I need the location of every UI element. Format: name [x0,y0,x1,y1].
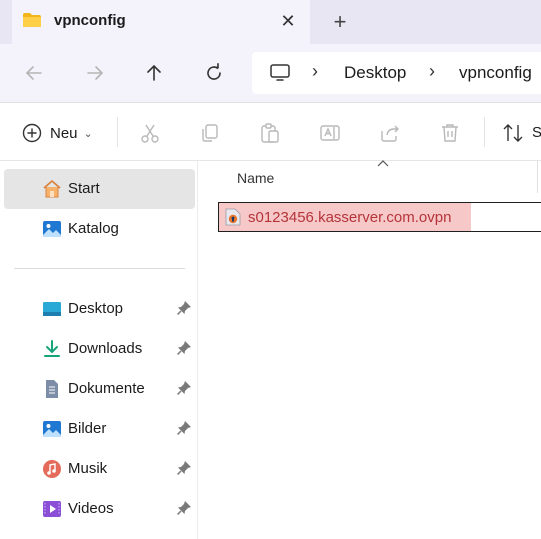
arrow-left-icon [25,66,42,80]
refresh-icon [207,63,221,80]
paste-icon[interactable] [259,122,281,144]
file-row[interactable]: s0123456.kasserver.com.ovpn [218,202,541,232]
tab-title: vpnconfig [54,12,126,29]
back-button[interactable] [19,58,49,88]
divider [117,117,118,147]
cut-icon[interactable] [139,122,161,144]
computer-icon [270,64,290,81]
sidebar-item-downloads[interactable]: Downloads [4,329,195,369]
pin-icon[interactable] [176,460,192,476]
gallery-icon [43,221,61,237]
new-button[interactable]: Neu ⌄ [22,122,93,144]
sort-icon[interactable] [502,122,524,144]
breadcrumb-vpnconfig[interactable]: vpnconfig [459,63,532,83]
up-button[interactable] [139,58,169,88]
sidebar-item-desktop[interactable]: Desktop [4,289,195,329]
pin-icon[interactable] [176,420,192,436]
share-icon[interactable] [379,122,401,144]
home-icon [43,180,61,198]
breadcrumb-separator: › [429,61,435,81]
file-list: Name s0123456.kasserver.com.ovpn [199,160,541,539]
folder-icon [23,13,41,27]
sidebar-label: Start [68,180,100,197]
arrow-right-icon [87,66,104,80]
sort-button-label[interactable]: S [532,124,541,141]
divider [14,268,185,269]
document-icon [46,380,58,398]
refresh-button[interactable] [199,58,229,88]
column-separator[interactable] [537,161,538,193]
sidebar-label: Katalog [68,220,119,237]
sidebar-label: Bilder [68,420,107,437]
download-icon [44,340,60,357]
video-icon [43,501,61,517]
new-button-label: Neu [50,124,78,142]
tab-vpnconfig[interactable]: vpnconfig ✕ [12,0,310,44]
desktop-icon [43,302,61,316]
breadcrumb-separator: › [312,61,318,81]
sidebar-label: Desktop [68,300,124,317]
sidebar-item-bilder[interactable]: Bilder [4,409,195,449]
pin-icon[interactable] [176,500,192,516]
navigation-bar: › Desktop › vpnconfig [0,44,541,102]
forward-button[interactable] [80,58,110,88]
breadcrumb-desktop[interactable]: Desktop [344,63,406,83]
rename-icon[interactable] [319,122,341,144]
chevron-down-icon: ⌄ [83,127,93,140]
sidebar-item-videos[interactable]: Videos [4,489,195,529]
arrow-up-icon [147,64,161,81]
sidebar-label: Videos [68,500,114,517]
sidebar-item-musik[interactable]: Musik [4,449,195,489]
address-bar[interactable]: › Desktop › vpnconfig [252,52,541,94]
sidebar-label: Dokumente [68,380,145,397]
column-header-name[interactable]: Name [237,170,274,186]
navigation-pane: Start Katalog Desktop Downloads Dokument… [0,161,198,539]
ovpn-file-icon [225,208,241,226]
tab-strip: vpnconfig ✕ + [0,0,541,44]
divider [484,117,485,147]
music-icon [43,460,61,478]
file-name: s0123456.kasserver.com.ovpn [248,209,452,226]
command-bar: Neu ⌄ S [0,103,541,161]
pin-icon[interactable] [176,380,192,396]
close-tab-icon[interactable]: ✕ [276,8,300,34]
delete-icon[interactable] [439,122,461,144]
sidebar-label: Downloads [68,340,143,357]
pin-icon[interactable] [176,300,192,316]
sidebar-item-katalog[interactable]: Katalog [4,209,195,249]
pictures-icon [43,421,61,437]
sidebar-label: Musik [68,460,108,477]
plus-circle-icon [22,123,42,143]
sidebar-item-dokumente[interactable]: Dokumente [4,369,195,409]
copy-icon[interactable] [199,122,221,144]
new-tab-button[interactable]: + [326,8,354,36]
sort-ascending-icon [377,160,389,167]
sidebar-item-start[interactable]: Start [4,169,195,209]
pin-icon[interactable] [176,340,192,356]
